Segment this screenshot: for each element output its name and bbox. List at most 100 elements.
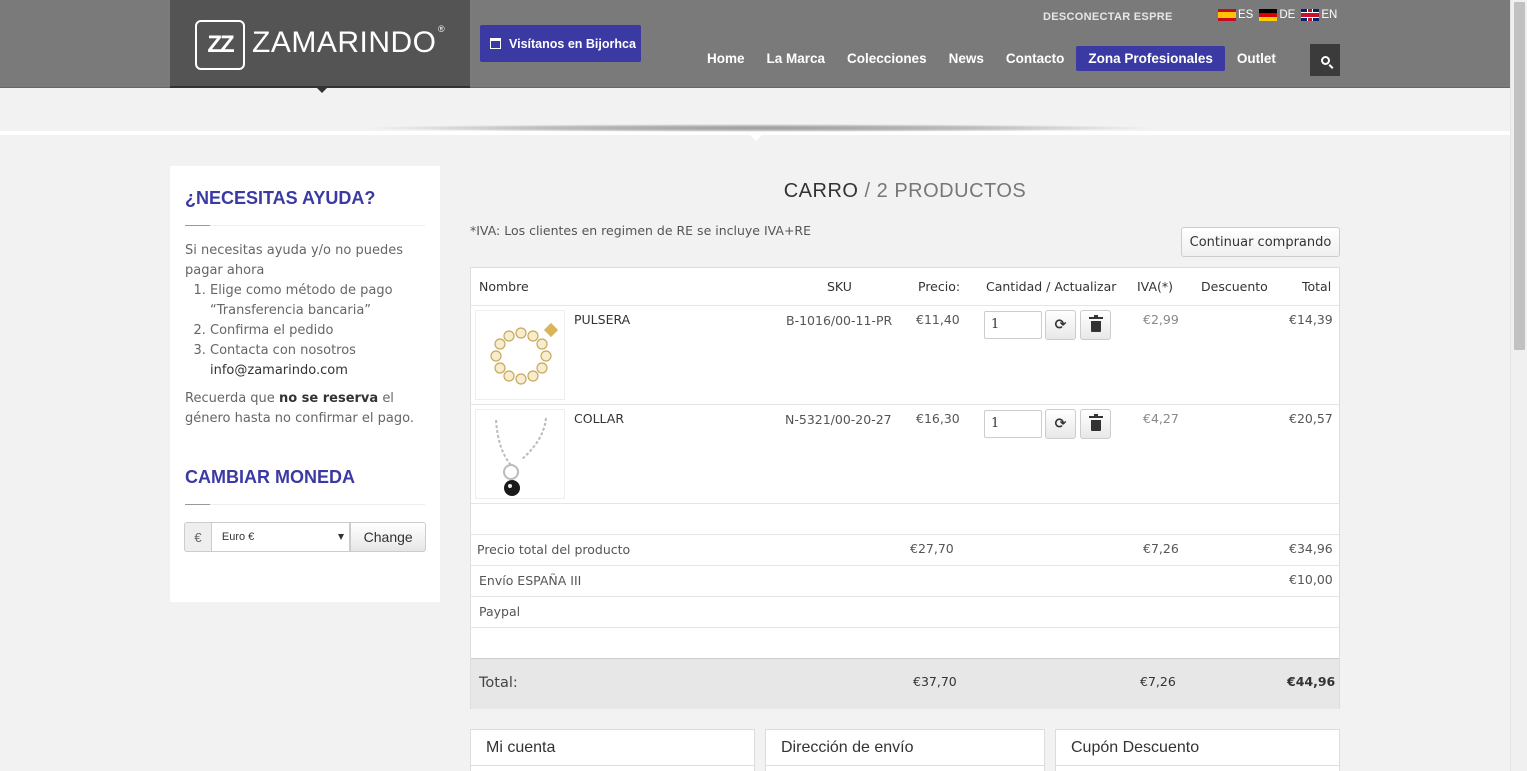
nav-la-marca[interactable]: La Marca [757,46,836,71]
reserve-note: Recuerda que no se reserva el género has… [185,389,425,429]
col-header-discount: Descuento [1201,279,1268,294]
panel-shipping-address: Dirección de envío [765,729,1045,771]
row-divider [471,305,1339,306]
col-header-qty: Cantidad / Actualizar [986,279,1117,294]
lang-de-label: DE [1279,9,1296,21]
chevron-down-icon [338,534,345,540]
scrollbar-thumb[interactable] [1514,2,1525,350]
flag-de-icon [1259,9,1278,21]
top-header: ZZ ZAMARINDO ® Visítanos en Bijorhca DES… [0,0,1510,88]
panel-my-account: Mi cuenta [470,729,755,771]
grand-total-iva: €7,26 [1140,674,1176,689]
nav-colecciones[interactable]: Colecciones [837,46,937,71]
nav-news[interactable]: News [939,46,994,71]
product-sku: N-5321/00-20-27 [785,412,892,427]
col-header-price: Precio: [918,279,961,294]
flag-es-icon [1218,9,1236,21]
search-icon [1320,55,1330,65]
currency-change-button[interactable]: Change [350,522,426,552]
cart-title: CARRO [783,180,859,202]
product-total: €14,39 [1289,312,1333,327]
row-divider [471,404,1339,405]
product-total-sum: €34,96 [1289,541,1333,556]
product-total-price: €27,70 [910,541,954,556]
trash-icon [1088,314,1103,332]
help-step-contact: Contacta con nosotros info@zamarindo.com [210,341,425,381]
help-email-link[interactable]: info@zamarindo.com [210,363,348,378]
product-iva: €4,27 [1143,411,1179,426]
disconnect-link[interactable]: DESCONECTAR ESPRE [1043,11,1173,23]
logo-text: ZAMARINDO [252,26,437,59]
product-name[interactable]: COLLAR [574,411,624,426]
refresh-button[interactable]: ⟳ [1045,409,1076,439]
grand-total-price: €37,70 [913,674,957,689]
help-intro: Si necesitas ayuda y/o no puedes pagar a… [185,243,403,278]
product-name[interactable]: PULSERA [574,312,630,327]
grand-total-label: Total: [479,675,518,691]
panel-discount-coupon: Cupón Descuento [1055,729,1340,771]
flag-en-icon [1301,9,1320,21]
delete-button[interactable] [1080,310,1111,340]
payment-method: Paypal [479,604,521,619]
product-total: €20,57 [1289,411,1333,426]
grand-total-sum: €44,96 [1287,674,1336,689]
help-step: Elige como método de pago “Transferencia… [210,281,425,321]
lang-es[interactable]: ES [1218,9,1253,21]
currency-symbol: € [184,522,211,552]
main-nav: Home La Marca Colecciones News Contacto … [697,46,1288,71]
cart-count: 2 PRODUCTOS [876,180,1027,202]
lang-en[interactable]: EN [1301,9,1337,21]
product-image-bracelet[interactable] [475,310,565,400]
help-title: ¿NECESITAS AYUDA? [185,188,376,208]
help-divider [185,225,425,226]
help-step: Confirma el pedido [210,321,425,341]
currency-form: € Euro € Change [184,522,426,552]
nav-contacto[interactable]: Contacto [996,46,1075,71]
refresh-button[interactable]: ⟳ [1045,310,1076,340]
product-sku: B-1016/00-11-PR [786,313,893,328]
refresh-icon: ⟳ [1054,317,1067,333]
visit-bijorhca-label: Visítanos en Bijorhca [509,36,636,51]
col-header-total: Total [1302,279,1332,294]
currency-select[interactable]: Euro € [210,522,351,552]
quantity-input[interactable]: 1 [984,311,1042,339]
delete-button[interactable] [1080,409,1111,439]
panel-divider [1056,765,1339,766]
row-divider [471,627,1339,628]
lang-de[interactable]: DE [1259,9,1295,21]
currency-divider [185,504,425,505]
panel-divider [766,765,1044,766]
panel-divider [471,765,754,766]
calendar-icon [490,38,501,49]
nav-outlet[interactable]: Outlet [1227,46,1286,71]
col-header-name: Nombre [479,279,529,294]
shipping-label: Envío ESPAÑA III [479,573,582,588]
nav-zona-profesionales[interactable]: Zona Profesionales [1076,46,1225,71]
registered-mark: ® [438,24,445,34]
necklace-image [495,417,547,496]
panel-title: Cupón Descuento [1071,739,1200,756]
product-total-label: Precio total del producto [477,542,631,557]
visit-bijorhca-button[interactable]: Visítanos en Bijorhca [480,25,641,62]
product-total-iva: €7,26 [1143,541,1179,556]
sidebar: ¿NECESITAS AYUDA? Si necesitas ayuda y/o… [170,166,440,602]
continue-shopping-button[interactable]: Continuar comprando [1181,227,1340,257]
search-button[interactable] [1310,44,1340,76]
lang-es-label: ES [1238,9,1254,21]
row-divider [471,596,1339,597]
help-steps: Elige como método de pago “Transferencia… [210,281,425,381]
product-iva: €2,99 [1143,312,1179,327]
logo[interactable]: ZZ ZAMARINDO ® [170,0,470,88]
quantity-input[interactable]: 1 [984,410,1042,438]
currency-selected: Euro € [221,531,255,543]
logo-caret [317,88,327,93]
divider-shadow [360,124,1160,132]
panel-title: Mi cuenta [486,739,556,756]
help-step-label: Contacta con nosotros [210,343,356,358]
product-image-necklace[interactable] [475,409,565,499]
vertical-scrollbar[interactable] [1510,0,1527,771]
nav-home[interactable]: Home [697,46,755,71]
row-divider [471,503,1339,504]
reserve-pre: Recuerda que [185,391,275,406]
currency-title: CAMBIAR MONEDA [185,467,355,487]
